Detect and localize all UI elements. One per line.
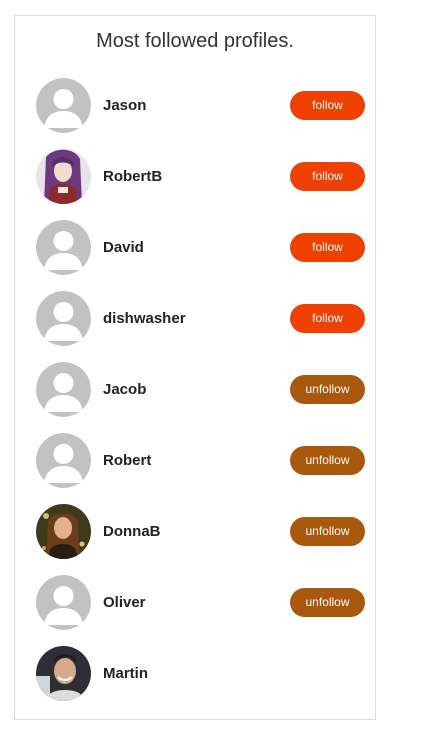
anime-character-photo[interactable] (36, 149, 91, 204)
woman-photo[interactable] (36, 504, 91, 559)
default-avatar-icon[interactable] (36, 433, 91, 488)
profile-row: Jacob unfollow (15, 362, 375, 433)
default-avatar-icon[interactable] (36, 220, 91, 275)
profile-name[interactable]: David (103, 239, 144, 256)
profile-name[interactable]: Robert (103, 452, 151, 469)
profile-row: Martin (15, 646, 375, 717)
most-followed-panel: Most followed profiles. Jason follow Rob… (14, 15, 376, 720)
unfollow-button[interactable]: unfollow (290, 517, 365, 546)
profile-name[interactable]: Jason (103, 97, 146, 114)
default-avatar-icon[interactable] (36, 78, 91, 133)
profile-row: RobertB follow (15, 149, 375, 220)
profile-row: DonnaB unfollow (15, 504, 375, 575)
profile-row: dishwasher follow (15, 291, 375, 362)
profile-name[interactable]: RobertB (103, 168, 162, 185)
default-avatar-icon[interactable] (36, 575, 91, 630)
profile-name[interactable]: Oliver (103, 594, 146, 611)
profile-row: Oliver unfollow (15, 575, 375, 646)
default-avatar-icon[interactable] (36, 362, 91, 417)
default-avatar-icon[interactable] (36, 291, 91, 346)
profile-row: David follow (15, 220, 375, 291)
unfollow-button[interactable]: unfollow (290, 588, 365, 617)
follow-button[interactable]: follow (290, 91, 365, 120)
profile-name[interactable]: DonnaB (103, 523, 161, 540)
panel-title: Most followed profiles. (96, 30, 294, 52)
profile-row: Jason follow (15, 78, 375, 149)
follow-button[interactable]: follow (290, 304, 365, 333)
follow-button[interactable]: follow (290, 162, 365, 191)
profile-name[interactable]: Martin (103, 665, 148, 682)
profile-name[interactable]: dishwasher (103, 310, 186, 327)
profile-name[interactable]: Jacob (103, 381, 146, 398)
unfollow-button[interactable]: unfollow (290, 375, 365, 404)
unfollow-button[interactable]: unfollow (290, 446, 365, 475)
profile-row: Robert unfollow (15, 433, 375, 504)
man-photo[interactable] (36, 646, 91, 701)
follow-button[interactable]: follow (290, 233, 365, 262)
